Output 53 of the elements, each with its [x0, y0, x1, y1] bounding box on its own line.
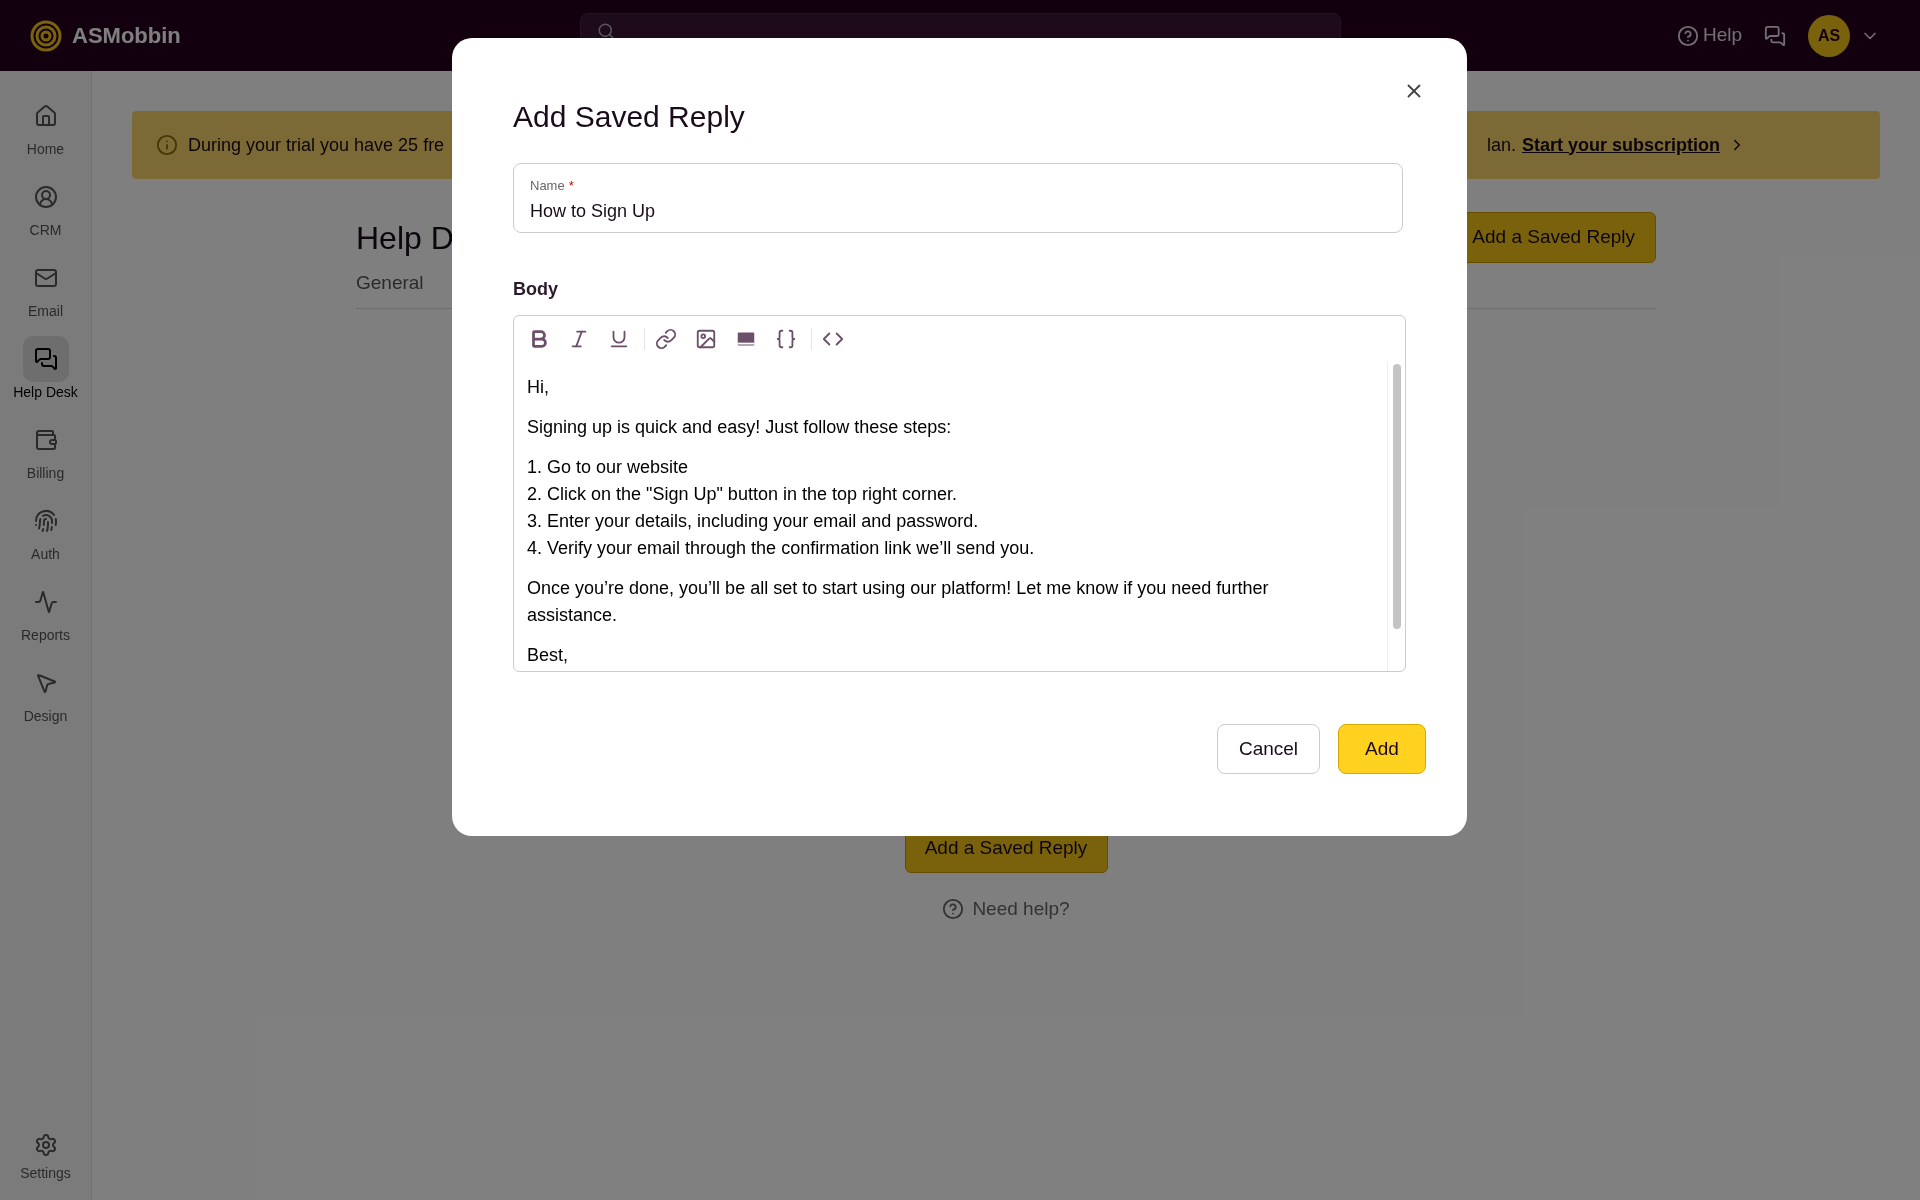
wallet-icon [33, 428, 58, 452]
name-field[interactable]: Name * How to Sign Up [513, 163, 1403, 233]
home-icon [33, 104, 58, 128]
braces-icon[interactable] [775, 328, 797, 350]
sidebar-item[interactable]: Email [0, 253, 92, 334]
user-circle-icon [33, 185, 58, 209]
sidebar-item[interactable]: Help Desk [0, 334, 92, 415]
chart-line-icon [33, 590, 58, 614]
add-button[interactable]: Add [1338, 724, 1426, 774]
scrollbar-thumb[interactable] [1392, 364, 1401, 629]
search-icon [597, 21, 615, 40]
body-label: Body [513, 278, 559, 301]
help-icon [942, 897, 965, 920]
banner-text: lan. [1486, 133, 1516, 157]
logo-icon [30, 19, 62, 52]
paragraph: Best, [527, 644, 570, 667]
user-avatar[interactable]: AS [1808, 14, 1850, 57]
sidebar-item[interactable]: Reports [0, 577, 92, 658]
underline-icon[interactable] [608, 328, 630, 350]
page-title: Help D [356, 218, 454, 258]
list-item: 2. Click on the "Sign Up" button in the top right corner. [527, 483, 959, 506]
list-item: 4. Verify your email through the confirmation link we’ll send you. [527, 537, 1036, 560]
field-label: Name [530, 177, 565, 195]
paragraph: Signing up is quick and easy! Just follow these steps: [527, 416, 953, 439]
sidebar-item[interactable]: Billing [0, 415, 92, 496]
sidebar-item[interactable]: Design [0, 658, 92, 739]
paragraph: Once you’re done, you’ll be all set to start using our platform! Let me know if you need further assistance. [527, 577, 1270, 627]
sidebar-item[interactable]: Home [0, 91, 92, 172]
banner-text: During your trial you have 25 fre [188, 133, 445, 157]
info-icon [156, 134, 178, 156]
subscription-link[interactable]: Start your subscription [1521, 131, 1720, 159]
tab[interactable]: General [356, 269, 424, 298]
paragraph: Hi, [527, 376, 550, 399]
cancel-button[interactable]: Cancel [1217, 724, 1320, 774]
list-item: 3. Enter your details, including your email and password. [527, 510, 980, 533]
sidebar-item[interactable]: CRM [0, 172, 92, 253]
help-button[interactable]: Help [1676, 21, 1742, 50]
chat-bubbles-icon[interactable] [1764, 24, 1786, 47]
envelope-icon [33, 266, 58, 290]
dialog-title: Add Saved Reply [513, 99, 746, 135]
required-mark: * [568, 177, 574, 195]
sidebar-item[interactable]: Auth [0, 496, 92, 577]
help-icon [1676, 24, 1699, 47]
chat-bubbles-icon [33, 347, 58, 371]
link-icon[interactable] [655, 328, 677, 350]
image-icon[interactable] [695, 328, 717, 350]
need-help-link[interactable]: Need help? [942, 894, 1070, 923]
settings-icon [33, 1133, 58, 1157]
name-input[interactable]: How to Sign Up [530, 197, 1386, 225]
settings-button[interactable]: Settings [20, 1133, 71, 1184]
app-logo: ASMobbin [72, 22, 181, 50]
fingerprint-icon [33, 509, 58, 533]
list-item: 1. Go to our website [527, 456, 690, 479]
